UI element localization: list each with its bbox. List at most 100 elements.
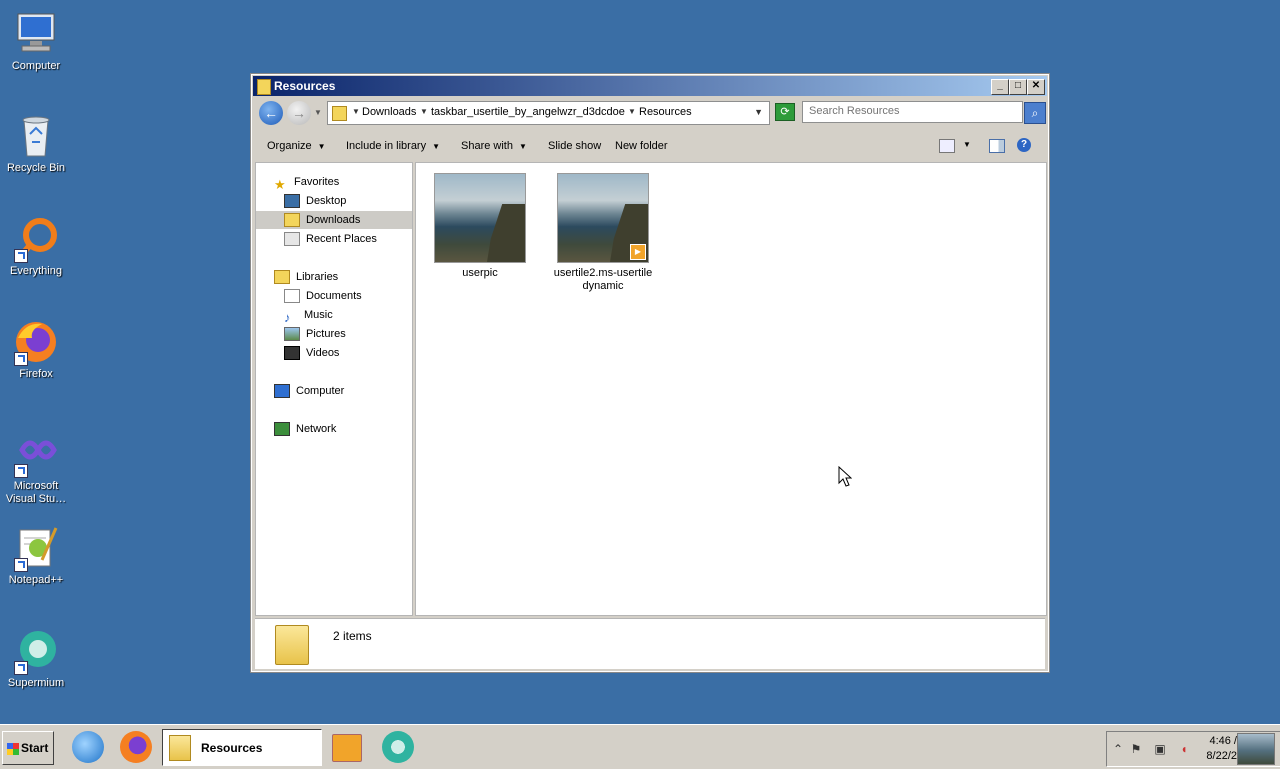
desktop-icon-label: Everything: [10, 265, 62, 277]
nav-favorites[interactable]: ★ Favorites: [274, 173, 339, 192]
visual-studio-icon: [12, 430, 60, 478]
image-thumbnail: ▶: [557, 173, 649, 263]
network-status-icon[interactable]: ▣: [1153, 742, 1167, 756]
shortcut-arrow-icon: [14, 464, 28, 478]
desktop-icon-recycle-bin[interactable]: Recycle Bin: [4, 112, 68, 175]
nav-music[interactable]: ♪ Music: [284, 306, 333, 326]
chevron-down-icon[interactable]: ▼: [420, 107, 428, 116]
nav-downloads[interactable]: Downloads: [256, 211, 412, 229]
forward-button[interactable]: →: [287, 101, 311, 125]
nav-desktop[interactable]: Desktop: [284, 192, 346, 210]
close-button[interactable]: ✕: [1027, 79, 1045, 95]
action-center-flag-icon[interactable]: ⚑: [1129, 742, 1143, 756]
desktop-icon-computer[interactable]: Computer: [4, 10, 68, 73]
nav-label: Pictures: [306, 328, 346, 340]
change-view-icon[interactable]: [939, 139, 955, 153]
maximize-button[interactable]: □: [1009, 79, 1027, 95]
clock[interactable]: 4:46 / 8/22/2: [1203, 734, 1237, 764]
help-icon[interactable]: ?: [1017, 138, 1031, 152]
share-with-button[interactable]: Share with ▼: [461, 140, 527, 152]
desktop-icon-everything[interactable]: Everything: [4, 215, 68, 278]
nav-label: Downloads: [306, 214, 361, 226]
file-item[interactable]: userpic: [430, 173, 530, 280]
nav-label: Computer: [296, 385, 345, 397]
chevron-down-icon: ▼: [432, 142, 441, 151]
show-hidden-icons-icon[interactable]: ⌃: [1111, 742, 1125, 756]
media-player-icon[interactable]: [332, 734, 362, 762]
nav-libraries[interactable]: Libraries: [274, 268, 338, 286]
desktop-icon-label: Recycle Bin: [6, 162, 66, 174]
shortcut-arrow-icon: [14, 352, 28, 366]
desktop-icon-supermium[interactable]: Supermium: [4, 627, 68, 690]
search-input[interactable]: [803, 102, 1014, 120]
supermium-icon[interactable]: [382, 731, 414, 763]
computer-icon: [12, 10, 60, 58]
music-icon: ♪: [284, 310, 291, 326]
nav-pictures[interactable]: Pictures: [284, 325, 346, 343]
share-label: Share with: [461, 140, 513, 152]
breadcrumb-downloads[interactable]: Downloads: [362, 106, 416, 118]
volume-muted-icon[interactable]: ◖: [1177, 742, 1191, 756]
nav-computer[interactable]: Computer: [274, 382, 344, 400]
computer-icon: [274, 384, 290, 399]
navigation-pane: ★ Favorites Desktop Downloads Recent Plac…: [255, 162, 413, 616]
windows-logo-icon: [7, 742, 19, 755]
new-folder-button[interactable]: New folder: [615, 140, 668, 152]
include-in-library-button[interactable]: Include in library ▼: [346, 140, 440, 152]
desktop-icon-label: Notepad++: [8, 574, 64, 586]
play-icon: ▶: [630, 244, 646, 260]
address-box[interactable]: ▼ Downloads ▼ taskbar_usertile_by_angelw…: [327, 101, 770, 125]
title-bar[interactable]: Resources _ □ ✕: [253, 76, 1047, 96]
taskbar-button-resources[interactable]: Resources: [162, 729, 322, 766]
clock-time: 4:46 /: [1209, 735, 1237, 747]
chevron-down-icon[interactable]: ▼: [628, 107, 636, 116]
internet-explorer-icon[interactable]: [72, 731, 104, 763]
explorer-window: Resources _ □ ✕ ← → ▼ ▼ Downloads ▼ task…: [250, 73, 1050, 673]
view-dropdown[interactable]: ▼: [963, 140, 971, 149]
recent-places-icon: [284, 232, 300, 247]
slide-show-button[interactable]: Slide show: [548, 140, 601, 152]
libraries-icon: [274, 270, 290, 285]
nav-label: Network: [296, 423, 337, 435]
address-dropdown[interactable]: ▼: [754, 107, 763, 117]
details-pane: 2 items: [255, 618, 1045, 669]
preview-pane-icon[interactable]: [989, 139, 1005, 153]
minimize-button[interactable]: _: [991, 79, 1009, 95]
show-desktop-button[interactable]: [1237, 733, 1275, 765]
desktop-icon-firefox[interactable]: Firefox: [4, 318, 68, 381]
file-name: usertile2.ms-usertiledynamic: [553, 267, 653, 292]
desktop-icon: [284, 194, 300, 209]
recent-pages-dropdown[interactable]: ▼: [314, 108, 322, 117]
breadcrumb-resources[interactable]: Resources: [639, 106, 692, 118]
nav-label: Documents: [306, 290, 362, 302]
search-box[interactable]: [802, 101, 1023, 123]
desktop-icon-notepadpp[interactable]: Notepad++: [4, 524, 68, 587]
folder-icon: [169, 735, 191, 761]
recycle-bin-icon: [12, 112, 60, 160]
nav-videos[interactable]: Videos: [284, 344, 339, 362]
nav-label: Recent Places: [306, 233, 377, 245]
search-icon[interactable]: ⌕: [1024, 102, 1046, 124]
organize-label: Organize: [267, 140, 312, 152]
organize-button[interactable]: Organize ▼: [267, 140, 326, 152]
desktop-icon-visual-studio[interactable]: Microsoft Visual Stu…: [4, 430, 68, 506]
back-button[interactable]: ←: [259, 101, 283, 125]
downloads-folder-icon: [284, 213, 300, 228]
firefox-icon[interactable]: [120, 731, 152, 763]
taskbar: Start Resources ⌃ ⚑ ▣ ◖ 4:46 / 8/22/2: [0, 724, 1280, 769]
start-button[interactable]: Start: [2, 731, 54, 765]
notepadpp-icon: [12, 524, 60, 572]
nav-network[interactable]: Network: [274, 420, 336, 438]
network-icon: [274, 422, 290, 437]
nav-recent-places[interactable]: Recent Places: [284, 230, 377, 248]
supermium-icon: [12, 627, 60, 675]
refresh-icon[interactable]: ⟳: [775, 103, 795, 121]
file-item[interactable]: ▶ usertile2.ms-usertiledynamic: [553, 173, 653, 293]
folder-icon: [275, 625, 309, 665]
folder-icon: [332, 106, 347, 121]
breadcrumb-taskbar-usertile[interactable]: taskbar_usertile_by_angelwzr_d3dcdoe: [431, 106, 625, 118]
nav-label: Desktop: [306, 195, 347, 207]
nav-documents[interactable]: Documents: [284, 287, 362, 305]
chevron-down-icon[interactable]: ▼: [352, 107, 360, 116]
start-label: Start: [21, 741, 49, 755]
